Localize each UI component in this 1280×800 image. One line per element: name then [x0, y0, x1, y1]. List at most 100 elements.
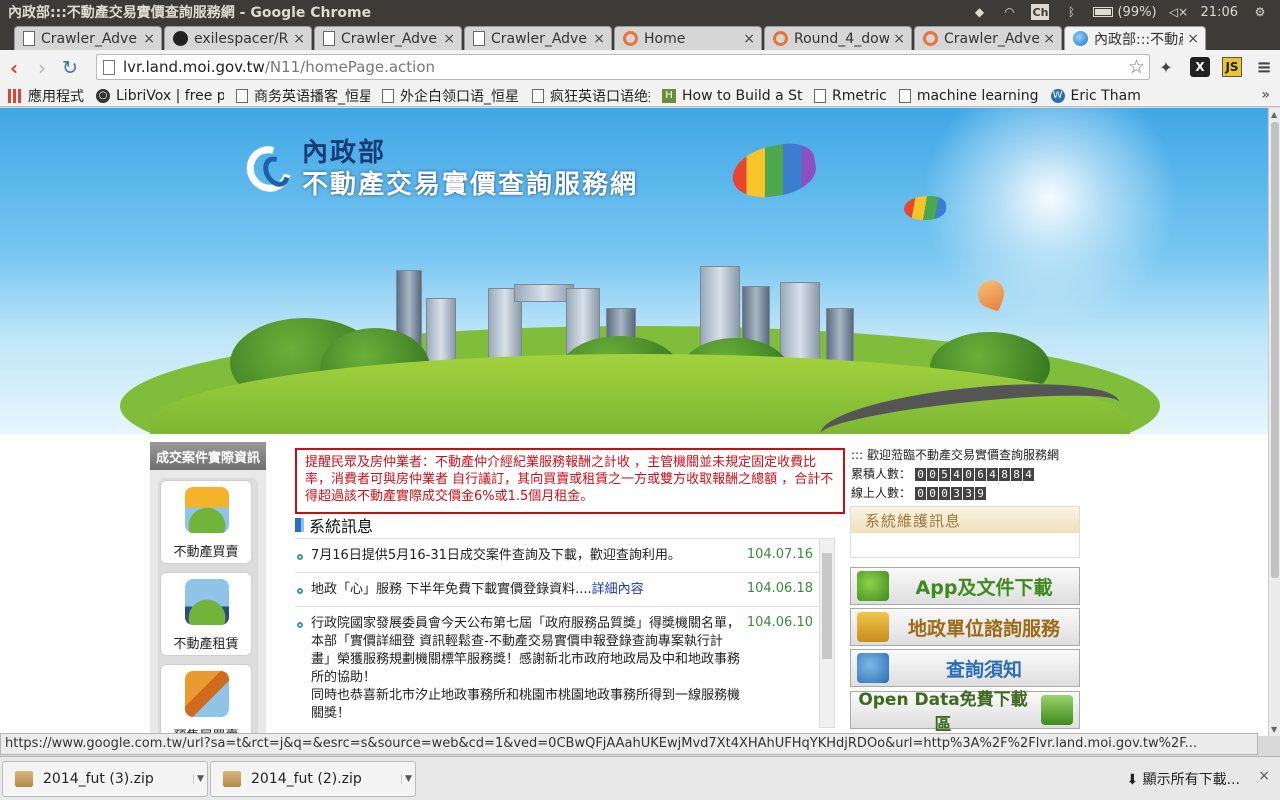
battery-indicator[interactable]: (99%)	[1093, 4, 1157, 20]
bookmark-label: Rmetric	[832, 87, 887, 104]
github-icon	[173, 31, 188, 46]
reload-icon[interactable]: ↻	[56, 57, 84, 79]
close-icon[interactable]: ×	[1043, 31, 1055, 47]
tab[interactable]: Crawler_Adve ×	[14, 26, 162, 50]
download-item[interactable]: 2014_fut (3).zip ▼	[2, 761, 208, 797]
download-item[interactable]: 2014_fut (2).zip ▼	[210, 761, 416, 797]
welcome-text: ::: 歡迎蒞臨不動產交易實價查詢服務網	[851, 448, 1059, 462]
scrollbar-thumb[interactable]	[1271, 122, 1279, 578]
downloads-bar: 2014_fut (3).zip ▼ 2014_fut (2).zip ▼ ⬇ …	[0, 756, 1280, 800]
tab[interactable]: Crawler_Adve ×	[314, 26, 462, 50]
sidebar-item-presale[interactable]: 預售屋買賣	[160, 664, 252, 736]
document-icon	[473, 31, 485, 46]
close-icon[interactable]: ×	[1187, 31, 1199, 47]
details-link[interactable]: 詳細內容	[592, 582, 644, 597]
tab[interactable]: Crawler_Adve ×	[914, 26, 1062, 50]
bookmark-item[interactable]: 外企白领口语_恒星	[382, 86, 520, 106]
bookmark-item[interactable]: W Eric Tham	[1050, 87, 1141, 104]
close-icon[interactable]: ×	[893, 31, 905, 47]
window-title: 內政部:::不動產交易實價查詢服務網 - Google Chrome	[8, 5, 372, 21]
open-data-button[interactable]: Open Data免費下載區	[850, 690, 1080, 735]
clock[interactable]: 21:06	[1201, 5, 1238, 20]
maintenance-heading: 系統維護訊息	[851, 507, 1079, 533]
h-icon: H	[662, 88, 676, 103]
download-box-icon	[1041, 695, 1073, 725]
tab[interactable]: Crawler_Adve ×	[464, 26, 612, 50]
page-scrollbar[interactable]: ▲ ▼	[1268, 108, 1280, 736]
tab-label: Crawler_Adve	[944, 30, 1040, 47]
counter-digit: 4	[951, 468, 963, 481]
bookmark-label: 應用程式	[28, 88, 84, 105]
bookmark-label: Eric Tham	[1070, 87, 1141, 104]
close-icon[interactable]: ×	[143, 31, 155, 47]
bookmark-item[interactable]: 疯狂英语口语绝招	[532, 86, 650, 106]
chevron-down-icon[interactable]: ▼	[401, 774, 415, 784]
bookmark-item[interactable]: 商务英语播客_恒星	[236, 86, 370, 106]
extension-js-icon[interactable]: JS	[1222, 57, 1242, 77]
back-arrow-icon[interactable]: ‹	[0, 56, 28, 80]
download-filename: 2014_fut (2).zip	[251, 771, 362, 787]
moi-logo-icon[interactable]	[238, 138, 300, 200]
forward-arrow-icon[interactable]: ›	[28, 56, 56, 80]
counter-digit: 0	[927, 487, 939, 500]
land-office-consult-button[interactable]: 地政單位諮詢服務	[850, 608, 1080, 646]
bluetooth-icon[interactable]: ᛒ	[1063, 5, 1079, 19]
close-icon[interactable]: ×	[443, 31, 455, 47]
battery-percent: (99%)	[1117, 4, 1157, 20]
close-icon[interactable]: ×	[743, 31, 755, 47]
visitor-counter: 累積人數： 0 0 5 4 0 6 4 8 8 4	[851, 465, 1091, 484]
tab-label: Round_4_dow	[794, 30, 890, 47]
chevron-down-icon[interactable]: ▼	[193, 774, 207, 784]
button-label: 查詢須知	[945, 658, 1022, 681]
tab-label: 內政部:::不動產	[1094, 31, 1184, 48]
online-counter: 線上人數： 0 0 0 3 3 9	[851, 484, 1091, 503]
tab[interactable]: Home ×	[614, 26, 762, 50]
heading-marker-icon	[295, 518, 301, 532]
counter-digit: 4	[1023, 468, 1035, 481]
dropbox-icon[interactable]: ◆	[971, 5, 987, 19]
volume-muted-icon[interactable]: ◁×	[1169, 5, 1188, 19]
counter-digit: 6	[975, 468, 987, 481]
url-path: /N11/homePage.action	[264, 58, 436, 76]
counter-digit: 4	[987, 468, 999, 481]
tab-label: Crawler_Adve	[491, 30, 587, 47]
scrollbar-thumb[interactable]	[822, 553, 832, 659]
bookmark-star-icon[interactable]: ☆	[1128, 56, 1145, 78]
message-date: 104.06.10	[746, 615, 813, 630]
messages-scrollbar[interactable]	[819, 538, 835, 728]
window-control-area[interactable]	[1232, 28, 1272, 46]
bookmark-item[interactable]: ○ LibriVox | free pu	[96, 88, 224, 104]
apps-grid-icon	[8, 88, 22, 103]
close-icon[interactable]: ×	[593, 31, 605, 47]
counter-digit: 0	[915, 468, 927, 481]
bookmark-item[interactable]: H How to Build a St	[662, 88, 802, 104]
bookmark-item[interactable]: Rmetric	[814, 88, 887, 104]
tab-active[interactable]: 內政部:::不動產 ×	[1064, 26, 1206, 50]
wifi-icon[interactable]: ◠	[1001, 5, 1017, 19]
more-bookmarks-icon[interactable]: »	[1261, 87, 1270, 103]
show-all-downloads-link[interactable]: ⬇ 顯示所有下載...	[1126, 769, 1240, 789]
input-method-icon[interactable]: Ch	[1031, 4, 1050, 20]
bookmark-item[interactable]: machine learning	[898, 88, 1039, 104]
bookmark-apps[interactable]: 應用程式	[8, 86, 84, 106]
scroll-up-arrow-icon[interactable]: ▲	[1271, 110, 1277, 119]
power-gear-icon[interactable]: ⚙	[1252, 5, 1268, 19]
tab[interactable]: exilespacer/R ×	[164, 26, 312, 50]
total-visitors-label: 累積人數：	[851, 467, 912, 481]
scroll-down-arrow-icon[interactable]: ▼	[1271, 725, 1277, 734]
extension-puzzle-icon[interactable]: ✦	[1156, 57, 1176, 77]
sidebar-item-sale[interactable]: 不動產買賣	[160, 480, 252, 564]
address-bar[interactable]: lvr.land.moi.gov.tw /N11/homePage.action…	[96, 54, 1150, 80]
zip-file-icon	[15, 771, 33, 787]
document-icon	[532, 88, 544, 103]
close-icon[interactable]: ×	[1258, 768, 1270, 784]
tab[interactable]: Round_4_dow ×	[764, 26, 912, 50]
os-top-bar: 內政部:::不動產交易實價查詢服務網 - Google Chrome ◆ ◠ C…	[0, 0, 1280, 24]
bookmark-label: 外企白领口语_恒星	[400, 88, 519, 105]
sidebar-item-rent[interactable]: 不動產租賃	[160, 572, 252, 656]
menu-icon[interactable]: ≡	[1254, 57, 1274, 78]
extension-x-icon[interactable]: X	[1190, 57, 1210, 77]
query-guide-button[interactable]: 查詢須知	[850, 649, 1080, 687]
app-download-button[interactable]: App及文件下載	[850, 567, 1080, 605]
close-icon[interactable]: ×	[293, 31, 305, 47]
